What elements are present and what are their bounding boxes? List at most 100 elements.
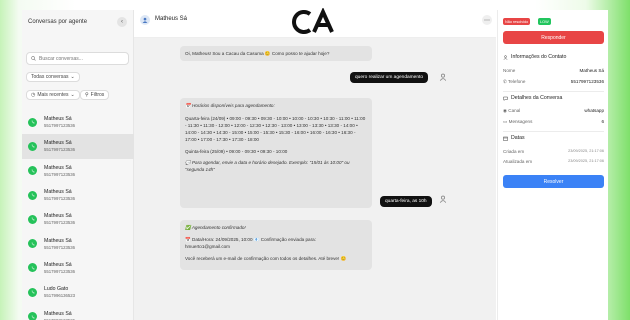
list-item[interactable]: Matheus Sá5517997123536: [22, 304, 134, 320]
calendar-icon: [503, 136, 508, 141]
conversation-phone: 5517997123536: [44, 123, 76, 129]
search-box[interactable]: [26, 52, 129, 65]
list-item[interactable]: Matheus Sá5517997123536: [22, 256, 134, 280]
messages-label: Mensagens: [508, 119, 533, 124]
chat-messages: Oi, Matheus! Sou a Cacau da Casuma 😊 Com…: [134, 38, 496, 320]
message-bubble-incoming: ✅ Agendamento confirmado! 📅 Data/Hora: 2…: [180, 220, 372, 270]
list-item-text: Matheus Sá5517997123536: [44, 165, 75, 177]
whatsapp-icon: [28, 141, 37, 151]
contact-section-label: Informações do Contato: [511, 54, 567, 60]
contact-name: Matheus Sá: [155, 16, 188, 22]
list-item[interactable]: Matheus Sá5517997123536: [22, 134, 134, 159]
conversations-sidebar: Conversas por agente ‹ Todas conversas ⌄…: [22, 10, 134, 320]
whatsapp-icon: [28, 166, 37, 176]
confirm-email: hmuerto1@gmail.com: [185, 244, 231, 250]
conversation-name: Matheus Sá: [44, 140, 72, 147]
list-item-text: Matheus Sá5517997123536: [44, 311, 75, 320]
channel-row: ◉ Canal whatsapp: [503, 108, 604, 114]
conversation-phone: 5517996136523: [44, 293, 76, 299]
created-row: Criada em 23/09/2025, 21:17:06: [503, 149, 604, 154]
user-icon: [439, 195, 447, 203]
message-bubble-outgoing: quero realizar um agendamento: [350, 72, 428, 83]
resolve-button[interactable]: Resolver: [503, 175, 604, 188]
sort-label: Mais recentes: [37, 92, 69, 98]
conversation-phone: 5517997123536: [44, 171, 76, 177]
contact-section-title: Informações do Contato: [503, 54, 566, 60]
schedule-day-2: Quinta-feira (25/09) • 09:00 - 09:30 • 0…: [185, 148, 288, 154]
updated-label: Atualizada em: [503, 159, 533, 164]
avatar[interactable]: [140, 15, 150, 25]
status-badge: Não resolvido: [503, 18, 531, 25]
brand-logo: [290, 7, 340, 38]
list-item-text: Matheus Sá5517997123536: [44, 140, 75, 152]
list-item-text: Matheus Sá5517997123536: [44, 238, 75, 250]
dates-section-title: Datas: [503, 135, 525, 141]
whatsapp-icon: [28, 263, 37, 273]
conversation-name: Matheus Sá: [44, 261, 72, 268]
list-item[interactable]: Matheus Sá5517997123536: [22, 159, 134, 183]
list-item[interactable]: Matheus Sá5517997123536: [22, 183, 134, 207]
conversation-phone: 5517997123536: [44, 220, 76, 226]
chat-header: Matheus Sá ⋯: [134, 7, 496, 38]
respond-button[interactable]: Responder: [503, 31, 604, 44]
name-value: Matheus Sá: [579, 68, 604, 73]
list-item[interactable]: Ludo Gato 5517996136523: [22, 280, 134, 304]
list-item[interactable]: Matheus Sá5517997123536: [22, 207, 134, 231]
conversation-name: Matheus Sá: [44, 310, 72, 317]
created-label: Criada em: [503, 149, 525, 154]
more-dots-icon[interactable]: ⋯: [482, 15, 492, 25]
list-item-text: Matheus Sá5517997123536: [44, 262, 75, 274]
conversation-name: Matheus Sá: [44, 116, 72, 123]
message-bubble-incoming: Oi, Matheus! Sou a Cacau da Casuma 😊 Com…: [180, 46, 372, 62]
list-item[interactable]: Matheus Sá5517997123536: [22, 110, 134, 134]
conversation-name: Matheus Sá: [44, 213, 72, 220]
list-item-text: Ludo Gato 5517996136523: [44, 286, 75, 298]
filters-button[interactable]: ⚲ Filtros: [80, 90, 110, 100]
message-text: Oi, Matheus! Sou a Cacau da Casuma 😊 Com…: [185, 51, 330, 56]
schedule-hint: 💬 Para agendar, envie a data e horário d…: [185, 159, 350, 172]
name-row: Nome Matheus Sá: [503, 68, 604, 73]
conversation-name: Matheus Sá: [44, 164, 72, 171]
details-section-title: Detalhes da Conversa: [503, 95, 562, 101]
user-icon: [142, 17, 148, 23]
conversation-phone: 5517997123536: [44, 244, 76, 250]
filter-all-label: Todas conversas: [31, 74, 69, 80]
name-label: Nome: [503, 68, 516, 73]
channel-value: whatsapp: [584, 108, 604, 113]
whatsapp-icon: [28, 214, 37, 224]
conversation-phone: 5517997123536: [44, 147, 76, 153]
conversation-name: Ludo Gato: [44, 286, 69, 293]
filter-icon: ⚲: [85, 92, 89, 98]
conversation-filter-dropdown[interactable]: Todas conversas ⌄: [26, 72, 80, 82]
priority-badge: LOW: [538, 18, 551, 25]
sort-dropdown[interactable]: ◷ Mais recentes ⌄: [26, 90, 80, 100]
divider: [503, 131, 604, 132]
conversation-phone: 5517997123536: [44, 196, 76, 202]
dates-section-label: Datas: [511, 135, 525, 141]
messages-row: ▭ Mensagens 6: [503, 119, 604, 125]
filters-label: Filtros: [90, 92, 105, 98]
updated-row: Atualizada em 23/09/2025, 21:17:06: [503, 159, 604, 164]
conversation-list: Matheus Sá 5517997123536 Matheus Sá 5517997…: [22, 110, 134, 320]
schedule-day-1: Quarta-feira (24/09) • 09:00 - 09:30 • 0…: [185, 116, 366, 143]
chevron-down-icon: ⌄: [70, 92, 75, 98]
message-bubble-incoming: 📅 Horários disponíveis para agendamento:…: [180, 98, 372, 208]
list-item[interactable]: Matheus Sá5517997123536: [22, 231, 134, 255]
user-icon: [503, 54, 508, 60]
chevron-left-icon[interactable]: ‹: [117, 17, 127, 27]
list-item-text: Matheus Sá5517997123536: [44, 189, 75, 201]
confirm-line: 📅 Data/Hora: 24/09/2025, 10:00 📧 Confirm…: [185, 237, 316, 243]
channel-label: Canal: [508, 108, 521, 113]
confirm-title: ✅ Agendamento confirmado!: [185, 225, 246, 230]
user-icon: [439, 73, 447, 81]
phone-value: 5517997123536: [570, 79, 604, 84]
created-value: 23/09/2025, 21:17:06: [568, 149, 604, 153]
message-text: quarta-feira, as 10h: [385, 199, 427, 204]
conversation-name: Matheus Sá: [44, 189, 72, 196]
divider: [503, 91, 604, 92]
whatsapp-icon: [28, 239, 37, 249]
conversation-name: Matheus Sá: [44, 237, 72, 244]
search-input[interactable]: [39, 55, 124, 62]
conversation-phone: 5517997123536: [44, 268, 76, 274]
updated-value: 23/09/2025, 21:17:06: [568, 159, 604, 163]
